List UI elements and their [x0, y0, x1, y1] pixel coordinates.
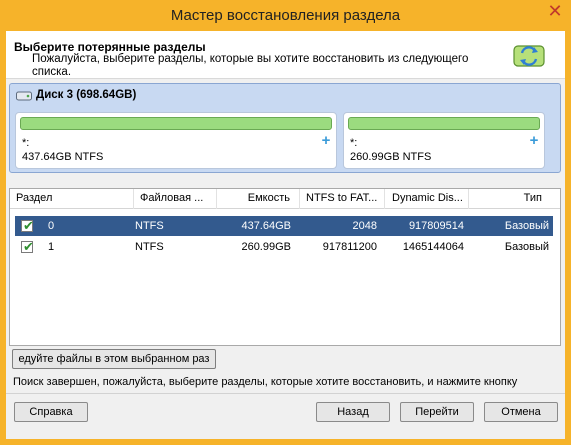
column-divider	[384, 189, 385, 209]
disk-label: Диск 3 (698.64GB)	[36, 89, 137, 101]
partition-name: *:	[22, 137, 30, 149]
column-header-type[interactable]: Тип	[476, 192, 542, 204]
cell-capacity: 260.99GB	[241, 241, 291, 253]
status-text: Поиск завершен, пожалуйста, выберите раз…	[13, 376, 518, 388]
partition-usage-bar	[348, 117, 540, 130]
wizard-window: Мастер восстановления раздела ✕ Выберите…	[0, 0, 571, 445]
partition-info: 437.64GB NTFS	[22, 151, 104, 163]
partition-usage-bar	[20, 117, 332, 130]
cell-partition: 0	[48, 220, 55, 232]
table-row[interactable]: ✔ 1 NTFS 260.99GB 917811200 1465144064 Б…	[15, 237, 553, 257]
column-divider	[133, 189, 134, 209]
wizard-body: Выберите потерянные разделы Пожалуйста, …	[6, 31, 565, 439]
cell-filesystem: NTFS	[135, 220, 164, 232]
cell-dynamic-disk: 1465144064	[402, 241, 464, 253]
column-header-capacity[interactable]: Емкость	[224, 192, 290, 204]
cell-capacity: 437.64GB	[241, 220, 291, 232]
column-divider	[216, 189, 217, 209]
checkbox-icon[interactable]: ✔	[21, 239, 34, 254]
cell-type: Базовый	[504, 220, 549, 232]
cell-filesystem: NTFS	[135, 241, 164, 253]
title-bar[interactable]: Мастер восстановления раздела ✕	[0, 0, 571, 31]
close-icon[interactable]: ✕	[546, 2, 564, 20]
column-header-filesystem[interactable]: Файловая ...	[140, 192, 216, 204]
cell-type: Базовый	[504, 241, 549, 253]
column-header-dynamic-disk[interactable]: Dynamic Dis...	[392, 192, 468, 204]
checkbox-icon[interactable]: ✔	[21, 218, 34, 233]
page-subtitle: Пожалуйста, выберите разделы, которые вы…	[32, 53, 469, 78]
cell-dynamic-disk: 917809514	[408, 220, 464, 232]
table-header: Раздел Файловая ... Емкость NTFS to FAT.…	[10, 189, 560, 209]
partition-name: *:	[350, 137, 358, 149]
cell-partition: 1	[48, 241, 55, 253]
help-button[interactable]: Справка	[14, 402, 88, 422]
disk-icon	[16, 91, 32, 101]
cell-ntfs-to-fat: 2048	[352, 220, 377, 232]
partition-recovery-icon	[513, 45, 545, 67]
partition-table: Раздел Файловая ... Емкость NTFS to FAT.…	[9, 188, 561, 346]
table-row[interactable]: ✔ 0 NTFS 437.64GB 2048 917809514 Базовый	[15, 216, 553, 236]
column-header-ntfs-to-fat[interactable]: NTFS to FAT...	[306, 192, 382, 204]
column-header-partition[interactable]: Раздел	[16, 192, 126, 204]
cell-ntfs-to-fat: 917811200	[322, 241, 377, 253]
plus-icon[interactable]: +	[528, 133, 540, 148]
browse-files-button[interactable]: едуйте файлы в этом выбранном раз	[12, 349, 216, 369]
back-button[interactable]: Назад	[316, 402, 390, 422]
column-divider	[299, 189, 300, 209]
wizard-header: Выберите потерянные разделы Пожалуйста, …	[6, 31, 565, 79]
partition-info: 260.99GB NTFS	[350, 151, 432, 163]
cancel-button[interactable]: Отмена	[484, 402, 558, 422]
next-button[interactable]: Перейти	[400, 402, 474, 422]
partition-block-0[interactable]: *: 437.64GB NTFS +	[15, 112, 337, 169]
partition-block-1[interactable]: *: 260.99GB NTFS +	[343, 112, 545, 169]
disk-map-panel: Диск 3 (698.64GB) *: 437.64GB NTFS + *: …	[9, 83, 561, 173]
column-divider	[468, 189, 469, 209]
page-title: Выберите потерянные разделы	[14, 40, 206, 54]
divider	[6, 393, 565, 394]
window-title: Мастер восстановления раздела	[170, 7, 401, 24]
plus-icon[interactable]: +	[320, 133, 332, 148]
